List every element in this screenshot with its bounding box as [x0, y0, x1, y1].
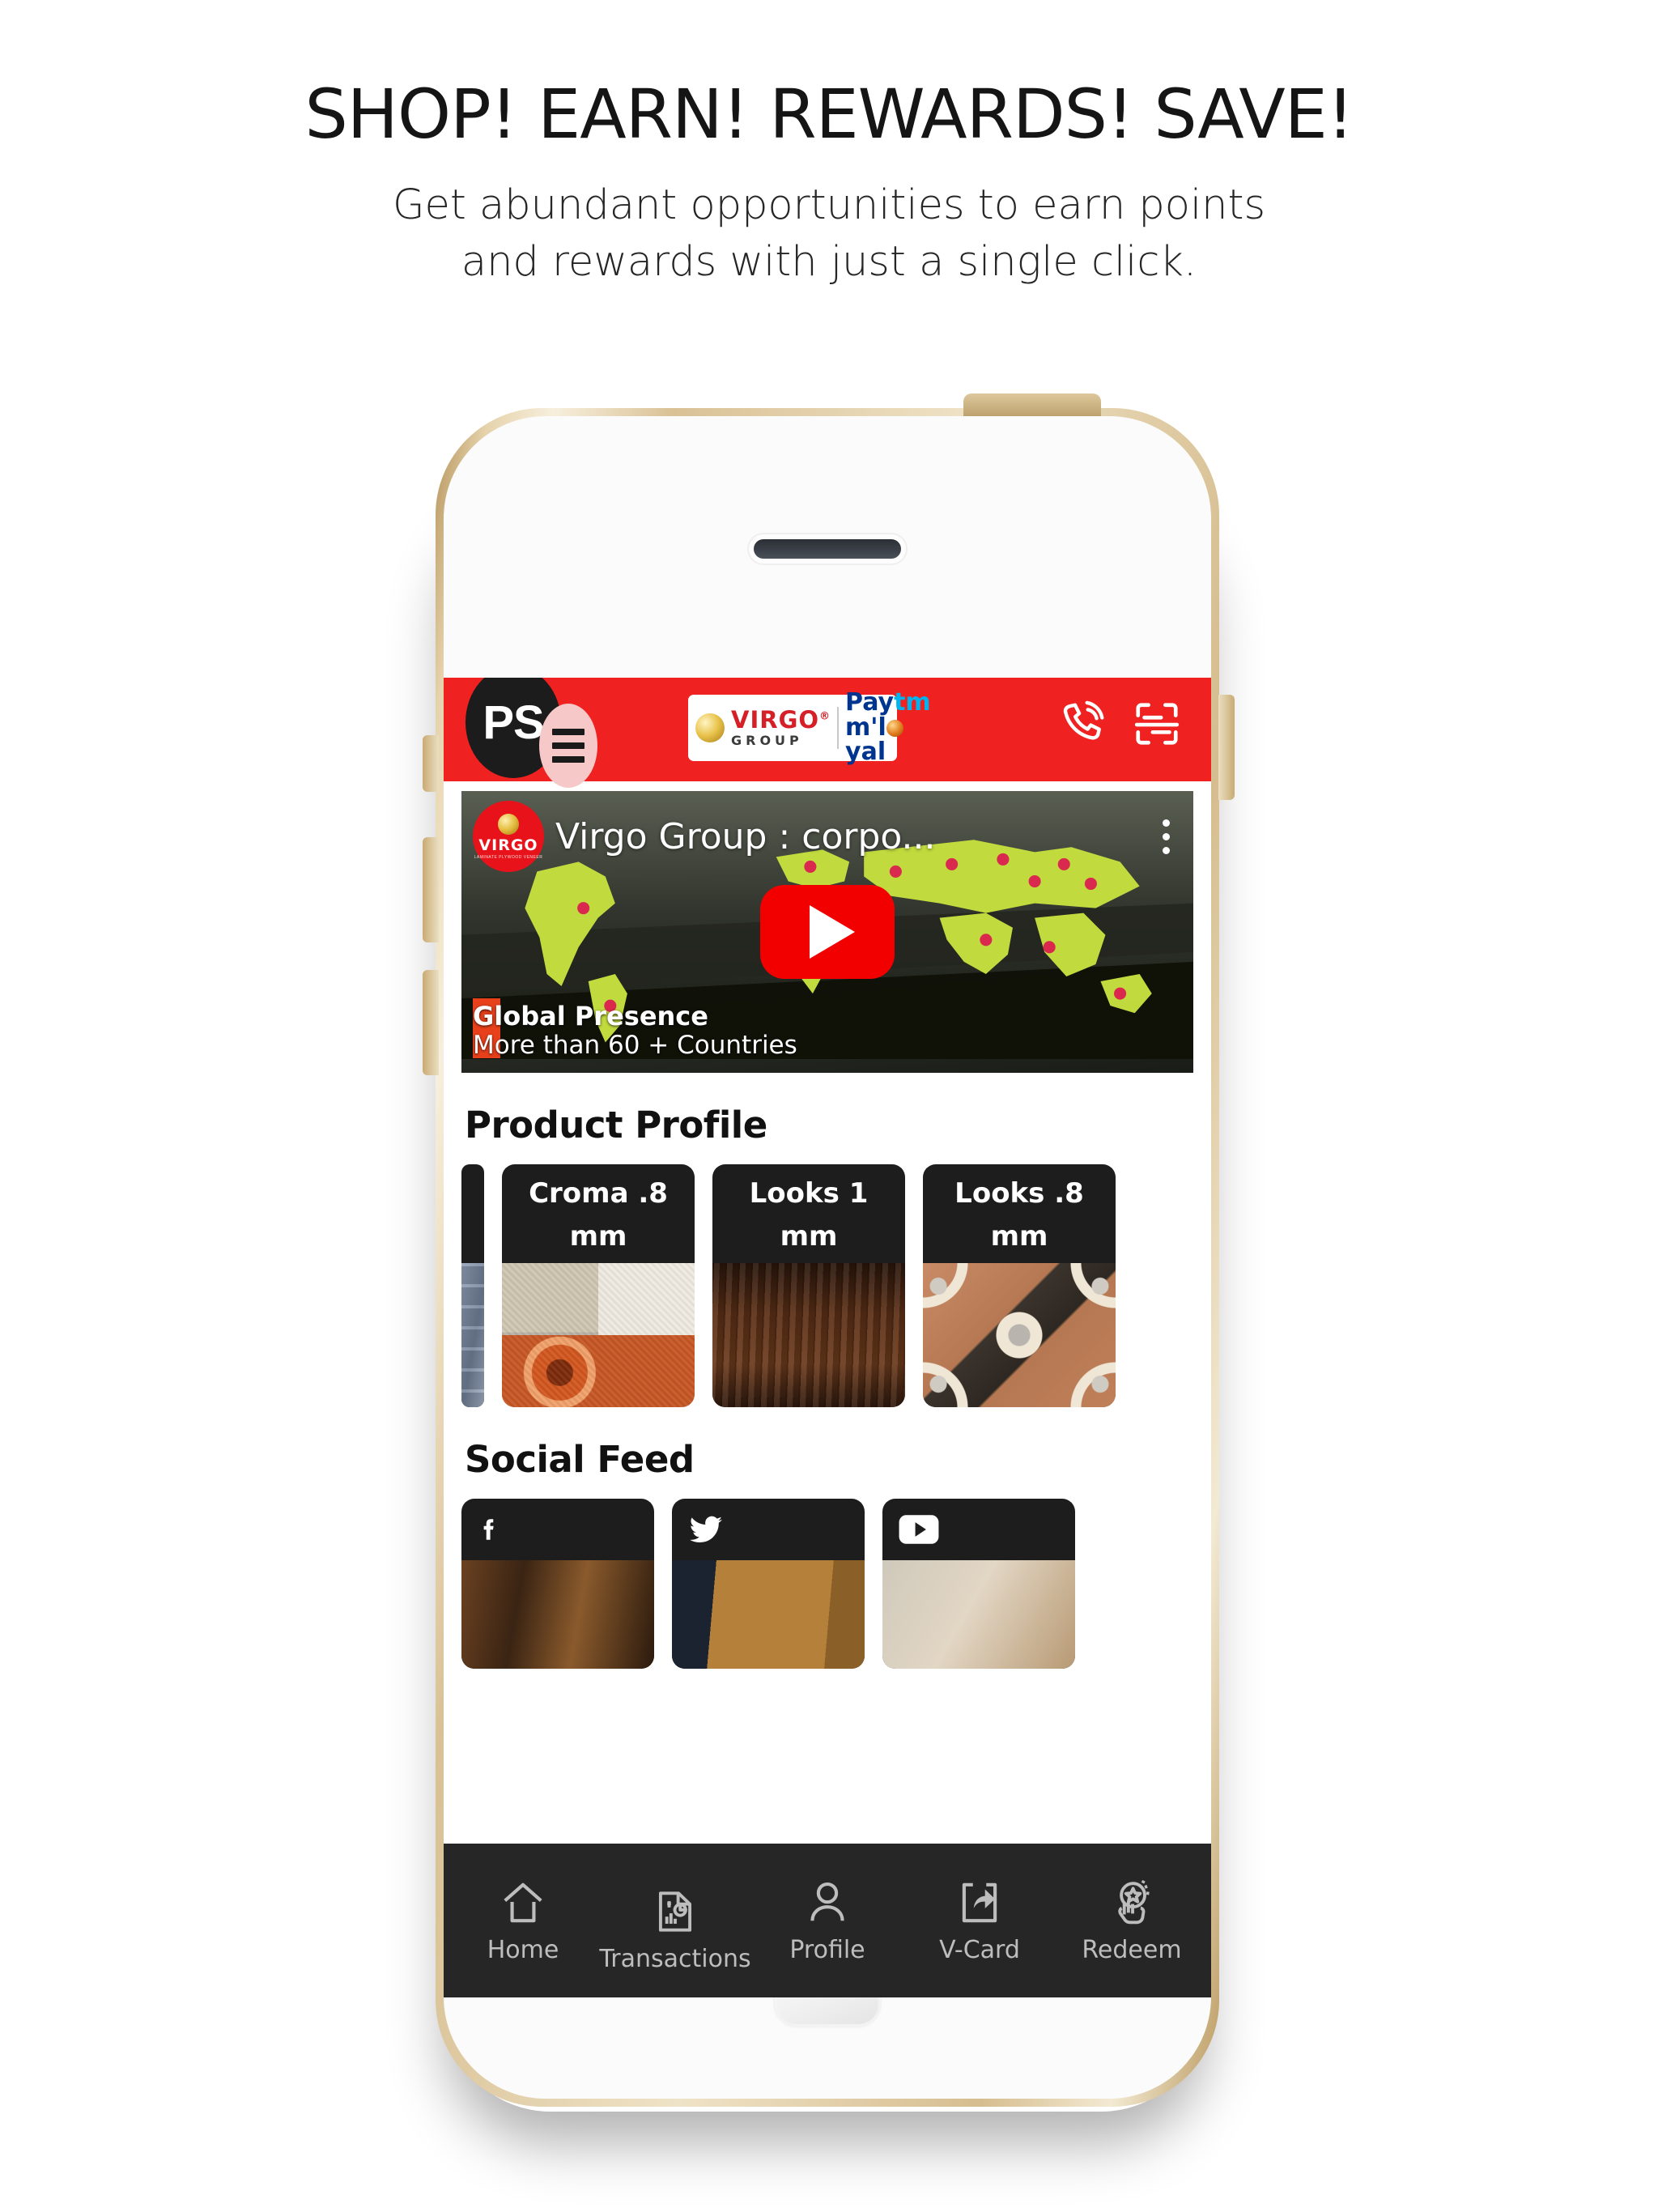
- play-button-icon[interactable]: [760, 885, 895, 979]
- phone-mockup: PS VIRGO® GROUP Paytm m'lyal VIRGO LAMIN…: [397, 387, 1259, 2160]
- share-card-icon: [962, 1882, 997, 1922]
- virgo-name: VIRGO: [731, 706, 820, 734]
- header-actions: [1057, 699, 1182, 749]
- product-swatch: [923, 1263, 1116, 1407]
- tab-home[interactable]: Home: [447, 1878, 599, 1964]
- overlay-subheading: More than 60 + Countries: [473, 1031, 797, 1061]
- channel-avatar[interactable]: VIRGO LAMINATE PLYWOOD VENEER: [473, 801, 544, 872]
- logo-divider: [837, 707, 840, 749]
- page-subtitle-line-2: and rewards with just a single click.: [461, 237, 1197, 286]
- product-profile-rail[interactable]: Croma .8 mm Looks 1 mm Looks .8 mm: [444, 1164, 1211, 1407]
- channel-tagline: LAMINATE PLYWOOD VENEER: [474, 854, 543, 860]
- virgo-coin-icon: [695, 713, 725, 742]
- section-title-product-profile: Product Profile: [465, 1104, 767, 1146]
- app-header: PS VIRGO® GROUP Paytm m'lyal: [444, 678, 1211, 788]
- youtube-icon: [899, 1515, 939, 1544]
- social-card[interactable]: [461, 1499, 654, 1669]
- social-card-image: [882, 1560, 1075, 1669]
- transactions-report-icon: [658, 1891, 692, 1932]
- product-swatch: [502, 1263, 695, 1407]
- video-header: VIRGO LAMINATE PLYWOOD VENEER Virgo Grou…: [461, 791, 1193, 882]
- product-card-label: Looks .8 mm: [954, 1177, 1084, 1253]
- product-swatch: [461, 1263, 484, 1407]
- tab-label: Home: [487, 1935, 559, 1964]
- tab-profile[interactable]: Profile: [751, 1878, 903, 1964]
- page-subtitle: Get abundant opportunities to earn point…: [0, 177, 1658, 291]
- volume-down-button[interactable]: [423, 970, 439, 1075]
- facebook-icon: [483, 1519, 494, 1540]
- promo-block: SHOP! EARN! REWARDS! SAVE! Get abundant …: [0, 0, 1658, 290]
- product-card-label: Croma .8 mm: [529, 1177, 668, 1253]
- virgo-coin-icon: [498, 813, 519, 835]
- tab-v-card[interactable]: V-Card: [903, 1878, 1056, 1964]
- tab-label: V-Card: [939, 1935, 1020, 1964]
- paytm-yal: yal: [845, 738, 886, 767]
- channel-name: VIRGO: [478, 836, 538, 854]
- hamburger-menu-icon[interactable]: [539, 704, 597, 788]
- tab-label: Redeem: [1082, 1935, 1182, 1964]
- product-card[interactable]: [461, 1164, 484, 1407]
- overlay-heading: Global Presence: [473, 1001, 708, 1032]
- kebab-menu-icon[interactable]: [1150, 819, 1182, 854]
- social-feed-rail[interactable]: [444, 1499, 1211, 1669]
- social-card-header: [461, 1499, 654, 1560]
- tab-transactions[interactable]: Transactions: [599, 1869, 751, 1973]
- home-icon: [504, 1882, 542, 1922]
- phone-call-icon[interactable]: [1057, 699, 1107, 749]
- silent-switch[interactable]: [423, 735, 439, 792]
- twitter-icon: [690, 1516, 722, 1543]
- paytm-mloyal-wordmark: Paytm m'lyal: [845, 688, 931, 767]
- page-title: SHOP! EARN! REWARDS! SAVE!: [304, 74, 1354, 154]
- earpiece-speaker: [754, 539, 901, 559]
- virgo-wordmark: VIRGO® GROUP: [731, 708, 831, 747]
- virgo-reg-mark: ®: [819, 710, 831, 723]
- phone-front-face: PS VIRGO® GROUP Paytm m'lyal VIRGO LAMIN…: [444, 416, 1211, 2099]
- product-card-label: Looks 1 mm: [749, 1177, 869, 1253]
- barcode-scan-icon[interactable]: [1132, 699, 1182, 749]
- paytm-o-icon: [886, 719, 903, 737]
- video-title: Virgo Group : corpo...: [555, 815, 936, 857]
- product-swatch: [712, 1263, 905, 1407]
- tab-redeem[interactable]: Redeem: [1056, 1878, 1208, 1964]
- social-card-header: [882, 1499, 1075, 1560]
- brand-logo: VIRGO® GROUP Paytm m'lyal: [688, 690, 931, 764]
- social-card-image: [461, 1560, 654, 1669]
- tab-label: Profile: [789, 1935, 865, 1964]
- social-card[interactable]: [672, 1499, 865, 1669]
- redeem-hand-star-icon: [1118, 1879, 1150, 1924]
- youtube-video-player[interactable]: VIRGO LAMINATE PLYWOOD VENEER Virgo Grou…: [461, 791, 1193, 1073]
- product-card[interactable]: Croma .8 mm: [502, 1164, 695, 1407]
- tab-label: Transactions: [599, 1944, 751, 1973]
- app-screen: PS VIRGO® GROUP Paytm m'lyal VIRGO LAMIN…: [444, 678, 1211, 1997]
- side-button-right[interactable]: [1218, 695, 1235, 800]
- page-subtitle-line-1: Get abundant opportunities to earn point…: [392, 181, 1266, 229]
- social-card-header: [672, 1499, 865, 1560]
- product-card[interactable]: Looks .8 mm: [923, 1164, 1116, 1407]
- paytm-tm: tm: [894, 688, 931, 717]
- video-overlay-caption: Global Presence More than 60 + Countries: [461, 1002, 797, 1060]
- volume-up-button[interactable]: [423, 837, 439, 942]
- social-card[interactable]: [882, 1499, 1075, 1669]
- section-title-social-feed: Social Feed: [465, 1438, 695, 1481]
- person-icon: [810, 1882, 844, 1921]
- product-card[interactable]: Looks 1 mm: [712, 1164, 905, 1407]
- virgo-group-label: GROUP: [731, 733, 803, 748]
- bottom-tab-bar: Home Transactions Profile V-Card Redeem: [444, 1844, 1211, 1997]
- social-card-image: [672, 1560, 865, 1669]
